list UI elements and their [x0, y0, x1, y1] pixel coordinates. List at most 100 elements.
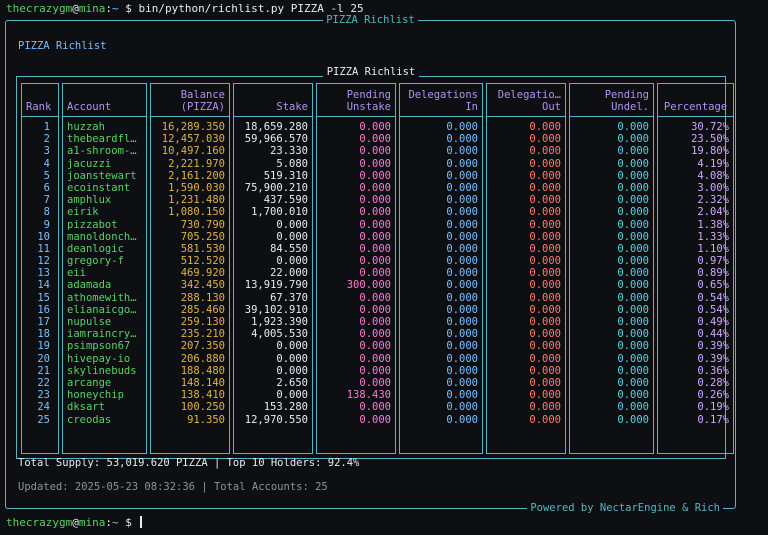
panel-heading: PIZZA Richlist: [18, 40, 107, 52]
cell-delegations-out: 0.000: [529, 218, 561, 231]
cell-pending-undelegation: 0.000: [617, 157, 649, 170]
cell-account: elianaicgo…: [67, 303, 137, 316]
cell-account: honeychip: [67, 389, 124, 402]
cell-delegations-out: 0.000: [529, 413, 561, 426]
cell-delegations-out: 0.000: [529, 121, 561, 133]
cell-balance: 285.460: [180, 303, 225, 316]
cell-stake: 23.330: [270, 145, 308, 158]
cell-pending-unstake: 0.000: [359, 157, 391, 170]
cell-balance: 2,221.970: [168, 157, 225, 170]
cell-pending-undelegation: 0.000: [617, 401, 649, 414]
cell-account: ecoinstant: [67, 181, 131, 194]
cell-delegations-out: 0.000: [529, 291, 561, 304]
cell-pending-undelegation: 0.000: [617, 291, 649, 304]
cell-stake: 519.310: [263, 169, 308, 182]
cell-pending-undelegation: 0.000: [617, 242, 649, 255]
cell-delegations-in: 0.000: [446, 218, 478, 231]
cell-pending-undelegation: 0.000: [617, 279, 649, 292]
cell-rank: 7: [43, 194, 50, 207]
cell-delegations-out: 0.000: [529, 133, 561, 146]
cell-delegations-out: 0.000: [529, 316, 561, 328]
cell-pending-unstake: 0.000: [359, 230, 391, 243]
cell-rank: 21: [37, 364, 50, 377]
cell-stake: 0.000: [276, 364, 308, 377]
cell-delegations-out: 0.000: [529, 328, 561, 341]
cell-pending-unstake: 0.000: [359, 328, 391, 341]
cell-stake: 2.650: [276, 376, 308, 389]
cell-rank: 8: [43, 206, 50, 219]
cell-pending-undelegation: 0.000: [617, 267, 649, 280]
cell-pending-undelegation: 0.000: [617, 316, 649, 328]
column-balance: Balance (PIZZA) 16,289.350 12,457.030 10,49…: [150, 83, 230, 454]
cell-delegations-out: 0.000: [529, 181, 561, 194]
cell-account: thebeardfl…: [67, 133, 137, 146]
input-prompt-line[interactable]: thecrazygm@mina:~ $: [6, 516, 143, 529]
cell-account: creodas: [67, 413, 112, 426]
cell-pending-undelegation: 0.000: [617, 328, 649, 341]
cell-percentage: 19.80%: [691, 145, 729, 158]
cell-balance: 148.140: [180, 376, 225, 389]
cell-percentage: 0.39%: [697, 340, 729, 353]
cell-pending-unstake: 0.000: [359, 121, 391, 133]
cell-rank: 23: [37, 389, 50, 402]
cell-rank: 25: [37, 413, 50, 426]
cell-pending-undelegation: 0.000: [617, 230, 649, 243]
cell-balance: 1,231.480: [168, 194, 225, 207]
cell-rank: 16: [37, 303, 50, 316]
cell-stake: 22.000: [270, 267, 308, 280]
column-header-pending-unstake: Pending Unstake: [317, 84, 395, 117]
cell-rank: 11: [37, 242, 50, 255]
cell-pending-undelegation: 0.000: [617, 181, 649, 194]
cell-pending-unstake: 0.000: [359, 267, 391, 280]
cell-delegations-in: 0.000: [446, 169, 478, 182]
cell-pending-unstake: 0.000: [359, 401, 391, 414]
cell-delegations-out: 0.000: [529, 242, 561, 255]
cell-account: eirik: [67, 206, 99, 219]
cell-balance: 705.250: [180, 230, 225, 243]
cell-pending-unstake: 0.000: [359, 133, 391, 146]
cell-delegations-out: 0.000: [529, 230, 561, 243]
cell-rank: 4: [43, 157, 50, 170]
cell-pending-unstake: 0.000: [359, 316, 391, 328]
cell-account: huzzah: [67, 121, 105, 133]
cell-delegations-in: 0.000: [446, 206, 478, 219]
cell-pending-undelegation: 0.000: [617, 376, 649, 389]
cell-stake: 0.000: [276, 340, 308, 353]
cell-delegations-in: 0.000: [446, 401, 478, 414]
cell-stake: 153.280: [263, 401, 308, 414]
column-header-rank: Rank: [22, 84, 58, 117]
cell-balance: 138.410: [180, 389, 225, 402]
cell-stake: 0.000: [276, 352, 308, 365]
cell-rank: 22: [37, 376, 50, 389]
text-cursor[interactable]: [140, 516, 143, 528]
cell-pending-unstake: 138.430: [346, 389, 391, 402]
column-stake: Stake 18,659.280 59,966.570 23.330 5.080 519.…: [233, 83, 313, 454]
cell-percentage: 3.00%: [697, 181, 729, 194]
cell-rank: 14: [37, 279, 50, 292]
cell-balance: 1,590.030: [168, 181, 225, 194]
cell-account: nupulse: [67, 316, 112, 328]
cell-rank: 6: [43, 181, 50, 194]
cell-account: athomewith…: [67, 291, 137, 304]
cell-pending-undelegation: 0.000: [617, 413, 649, 426]
cell-delegations-out: 0.000: [529, 206, 561, 219]
cell-stake: 0.000: [276, 255, 308, 268]
cell-pending-unstake: 0.000: [359, 376, 391, 389]
column-header-percentage: Percentage: [658, 84, 733, 117]
richlist-table: PIZZA Richlist Rank 1 2 3 4 5 6 7 8 9 10 11 12 13 14 15…: [16, 66, 734, 459]
cell-pending-undelegation: 0.000: [617, 145, 649, 158]
cell-delegations-in: 0.000: [446, 121, 478, 133]
cell-delegations-in: 0.000: [446, 230, 478, 243]
cell-rank: 12: [37, 255, 50, 268]
cell-rank: 1: [43, 121, 50, 133]
cell-delegations-in: 0.000: [446, 364, 478, 377]
cell-account: eii: [67, 267, 86, 280]
cell-pending-unstake: 0.000: [359, 169, 391, 182]
column-rank: Rank 1 2 3 4 5 6 7 8 9 10 11 12 13 14 15 16 17 18 19 20 21 22 2…: [21, 83, 59, 454]
cell-rank: 18: [37, 328, 50, 341]
cell-delegations-out: 0.000: [529, 145, 561, 158]
cell-percentage: 0.65%: [697, 279, 729, 292]
cell-delegations-out: 0.000: [529, 352, 561, 365]
cell-delegations-out: 0.000: [529, 401, 561, 414]
cell-delegations-in: 0.000: [446, 352, 478, 365]
